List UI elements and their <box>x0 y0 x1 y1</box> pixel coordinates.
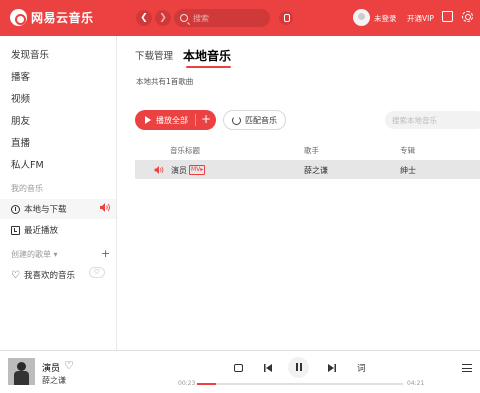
previous-icon[interactable] <box>264 364 272 372</box>
now-playing-artist[interactable]: 薛之谦 <box>42 375 66 386</box>
mic-icon[interactable] <box>279 11 293 25</box>
play-icon <box>145 116 151 124</box>
sidebar-item-discover[interactable]: 发现音乐 <box>11 47 49 61</box>
loop-mode-icon[interactable] <box>234 364 243 372</box>
download-icon <box>11 204 20 214</box>
playlist-icon[interactable] <box>462 364 472 372</box>
current-time: 00:23 <box>178 380 196 387</box>
heart-mode-button[interactable]: ♡ <box>89 267 105 278</box>
playing-speaker-icon <box>100 203 110 212</box>
add-to-queue-icon[interactable]: + <box>201 112 211 126</box>
pause-button[interactable] <box>288 357 309 378</box>
vip-link[interactable]: 开通VIP <box>407 13 434 24</box>
song-title-cell[interactable]: 演员 <box>171 165 187 176</box>
album-cell[interactable]: 绅士 <box>400 165 416 176</box>
sidebar-item-podcast[interactable]: 播客 <box>11 69 30 83</box>
sidebar: 发现音乐 播客 视频 朋友 直播 私人FM 我的音乐 本地与下载 最近播放 创建… <box>0 36 117 350</box>
user-avatar[interactable] <box>353 9 370 26</box>
sidebar-item-liked[interactable]: ♡ 我喜欢的音乐 <box>11 269 75 281</box>
recent-icon <box>11 225 20 235</box>
column-header-album[interactable]: 专辑 <box>400 145 415 156</box>
app-logo[interactable]: 网易云音乐 <box>10 9 94 26</box>
app-name: 网易云音乐 <box>31 11 94 25</box>
cover-figure-head <box>17 362 26 371</box>
tab-local-music[interactable]: 本地音乐 <box>183 47 231 64</box>
song-count: 本地共有1首歌曲 <box>136 77 194 86</box>
total-time: 04:21 <box>407 380 425 387</box>
now-playing-icon <box>154 166 164 174</box>
local-search-input[interactable] <box>385 111 480 129</box>
match-label: 匹配音乐 <box>245 115 277 125</box>
tab-download-manage[interactable]: 下载管理 <box>135 48 173 62</box>
lyrics-button[interactable]: 词 <box>357 362 366 374</box>
album-cover[interactable] <box>8 358 35 385</box>
progress-bar[interactable] <box>197 383 403 385</box>
like-heart-icon[interactable]: ♡ <box>64 359 74 372</box>
my-music-section-title: 我的音乐 <box>11 184 43 193</box>
sidebar-item-label: 本地与下载 <box>24 205 67 215</box>
player-bar: 演员 ♡ 薛之谦 词 00:23 04:21 <box>0 350 480 393</box>
button-divider <box>195 114 196 126</box>
login-link[interactable]: 未登录 <box>374 13 397 24</box>
search-icon <box>180 14 188 22</box>
gear-icon[interactable] <box>462 11 473 22</box>
created-playlists-title[interactable]: 创建的歌单 ▾ <box>11 249 58 260</box>
skin-icon[interactable] <box>442 11 453 22</box>
forward-button[interactable]: ❯ <box>155 10 171 26</box>
sidebar-item-fm[interactable]: 私人FM <box>11 157 44 171</box>
back-button[interactable]: ❮ <box>136 10 152 26</box>
sidebar-item-local-download[interactable]: 本地与下载 <box>11 203 67 215</box>
netease-logo-icon <box>10 9 27 26</box>
add-playlist-button[interactable]: + <box>101 247 110 260</box>
heart-icon: ♡ <box>11 269 20 281</box>
now-playing-title[interactable]: 演员 <box>42 361 60 374</box>
search-input[interactable] <box>193 13 263 23</box>
artist-cell[interactable]: 薛之谦 <box>304 165 328 176</box>
sidebar-item-friends[interactable]: 朋友 <box>11 113 30 127</box>
refresh-icon <box>232 115 241 125</box>
sidebar-item-label: 我喜欢的音乐 <box>23 271 75 281</box>
progress-fill <box>197 383 216 385</box>
sidebar-item-video[interactable]: 视频 <box>11 91 30 105</box>
column-header-artist[interactable]: 歌手 <box>304 145 319 156</box>
play-all-label: 播放全部 <box>156 115 188 125</box>
cover-figure-body <box>14 371 29 385</box>
sidebar-item-label: 最近播放 <box>24 226 59 236</box>
search-box[interactable] <box>174 9 270 27</box>
main-content: 下载管理 本地音乐 本地共有1首歌曲 播放全部 + 匹配音乐 音乐标题 歌手 专… <box>117 36 480 350</box>
sidebar-item-recent[interactable]: 最近播放 <box>11 224 58 236</box>
column-header-title[interactable]: 音乐标题 <box>170 145 200 156</box>
sidebar-item-live[interactable]: 直播 <box>11 135 30 149</box>
match-music-button[interactable]: 匹配音乐 <box>223 110 286 130</box>
mv-badge[interactable]: MV▸ <box>189 165 206 175</box>
active-tab-underline <box>186 66 231 68</box>
play-all-button[interactable]: 播放全部 + <box>135 110 216 130</box>
next-icon[interactable] <box>328 364 336 372</box>
top-bar: 网易云音乐 ❮ ❯ 未登录 开通VIP <box>0 0 480 36</box>
